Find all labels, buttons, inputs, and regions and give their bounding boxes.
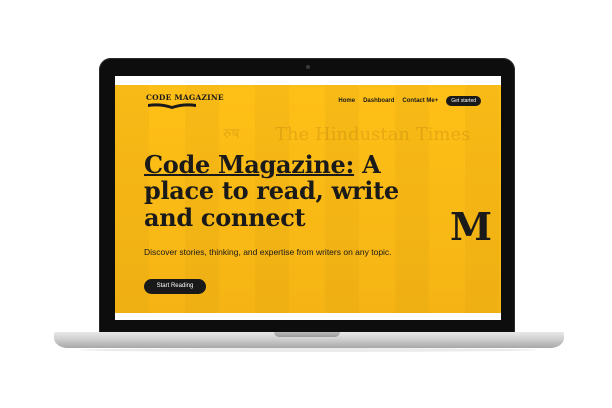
- screen-bottom-strip: [115, 313, 501, 320]
- hero-subtitle: Discover stories, thinking, and expertis…: [144, 247, 392, 257]
- background-headline: The Hindustan Times: [275, 124, 471, 145]
- nav-dashboard-link[interactable]: Dashboard: [363, 98, 394, 104]
- laptop-shadow: [80, 348, 536, 352]
- hero-title-highlight: Code Magazine:: [144, 150, 355, 179]
- top-navigation: Home Dashboard Contact Me+ Get started: [338, 96, 481, 106]
- get-started-button[interactable]: Get started: [446, 96, 481, 106]
- webcam: [306, 65, 310, 69]
- laptop-screen: The Hindustan Times रुष CODE MAGAZINE Ho…: [115, 76, 501, 320]
- nav-contact-link[interactable]: Contact Me+: [402, 98, 438, 104]
- hero-title: Code Magazine: A place to read, write an…: [144, 150, 434, 231]
- start-reading-button[interactable]: Start Reading: [144, 279, 206, 294]
- book-icon: [148, 103, 196, 109]
- background-fragment: रुष: [223, 126, 240, 142]
- site-logo[interactable]: CODE MAGAZINE: [146, 93, 224, 109]
- browser-top-strip: [115, 76, 501, 85]
- nav-home-link[interactable]: Home: [338, 98, 355, 104]
- laptop-hinge-notch: [274, 332, 340, 337]
- brand-mark-m: M: [450, 204, 493, 249]
- logo-text: CODE MAGAZINE: [146, 93, 224, 102]
